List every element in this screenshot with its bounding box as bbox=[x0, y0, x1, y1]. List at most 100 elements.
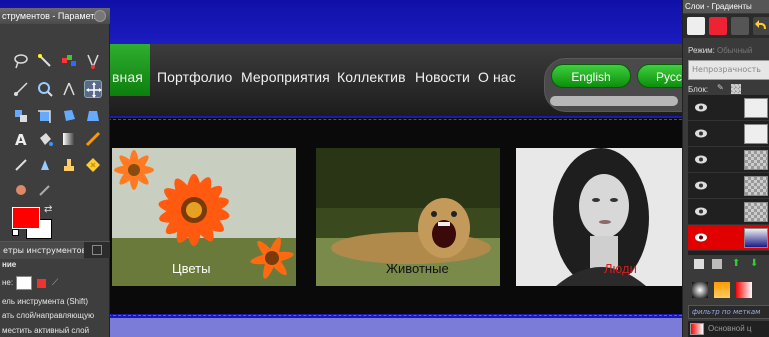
smudge-tool-icon[interactable] bbox=[12, 181, 30, 199]
eye-icon[interactable] bbox=[695, 155, 707, 164]
canvas-header-area bbox=[0, 0, 769, 44]
layer-thumbnail bbox=[744, 124, 768, 144]
guide-line bbox=[108, 315, 682, 316]
lang-english-button[interactable]: English bbox=[551, 64, 631, 88]
layer-thumbnail bbox=[744, 228, 768, 248]
layer-thumbnail bbox=[744, 176, 768, 196]
move-selection-mode-icon[interactable] bbox=[37, 279, 46, 288]
select-by-color-tool-icon[interactable] bbox=[60, 52, 78, 70]
layer-thumbnail bbox=[744, 150, 768, 170]
undo-tab-icon[interactable] bbox=[753, 17, 769, 35]
bucket-fill-tool-icon[interactable] bbox=[36, 130, 54, 148]
lower-layer-icon[interactable]: ⬇ bbox=[750, 259, 760, 269]
eye-icon[interactable] bbox=[695, 129, 707, 138]
gradient-swatch bbox=[690, 323, 704, 335]
layer-row[interactable] bbox=[688, 173, 769, 199]
rotate-tool-icon[interactable] bbox=[60, 107, 78, 125]
gallery-item-animals[interactable]: Животные bbox=[316, 148, 500, 286]
tab-tool-options[interactable]: етры инструментов bbox=[0, 242, 84, 259]
nav-item-team[interactable]: Коллектив bbox=[337, 69, 406, 85]
scissors-tool-icon[interactable] bbox=[84, 52, 102, 70]
raise-layer-icon[interactable]: ⬆ bbox=[732, 259, 742, 269]
layers-panel: Слои - Градиенты Режим: Обычный Непрозра… bbox=[682, 0, 769, 337]
lasso-select-tool-icon[interactable] bbox=[12, 52, 30, 70]
new-layer-icon[interactable] bbox=[694, 259, 704, 269]
clone-tool-icon[interactable] bbox=[60, 156, 78, 174]
paths-tab-icon[interactable] bbox=[731, 17, 749, 35]
channels-tab-icon[interactable] bbox=[709, 17, 727, 35]
layers-list bbox=[688, 95, 769, 255]
pencil-tool-icon[interactable] bbox=[84, 130, 102, 148]
nav-item-about[interactable]: О нас bbox=[478, 69, 516, 85]
layer-row-selected[interactable] bbox=[688, 225, 769, 251]
layers-dock-tabs bbox=[683, 14, 769, 38]
airbrush-tool-icon[interactable] bbox=[12, 156, 30, 174]
tab-menu-icon[interactable] bbox=[92, 245, 102, 255]
layer-thumbnail bbox=[744, 202, 768, 222]
nav-item-portfolio[interactable]: Портфолио bbox=[157, 69, 232, 85]
move-path-mode-icon[interactable]: ⟋ bbox=[52, 278, 62, 288]
move-active-layer-option[interactable]: местить активный слой bbox=[2, 326, 89, 335]
zoom-tool-icon[interactable] bbox=[36, 80, 54, 98]
tag-filter-field[interactable]: фильтр по меткам bbox=[688, 305, 769, 319]
foreground-color-swatch[interactable] bbox=[12, 207, 40, 229]
gallery-caption-animals: Животные bbox=[386, 261, 449, 276]
lock-pixels-icon[interactable]: ✎ bbox=[717, 83, 724, 92]
ink-tool-icon[interactable] bbox=[36, 156, 54, 174]
layers-tab-icon[interactable] bbox=[687, 17, 705, 35]
eye-icon[interactable] bbox=[695, 233, 707, 242]
image-canvas[interactable]: вная Портфолио Мероприятия Коллектив Нов… bbox=[0, 0, 769, 337]
gallery-caption-people: Люди bbox=[604, 261, 637, 276]
heal-tool-icon[interactable] bbox=[84, 156, 102, 174]
close-icon[interactable] bbox=[94, 10, 106, 22]
gradient-preset[interactable] bbox=[714, 282, 730, 298]
gradient-name: Основной ц bbox=[708, 324, 752, 333]
layers-panel-title: Слои - Градиенты bbox=[683, 0, 769, 13]
opacity-field[interactable]: Непрозрачность bbox=[688, 60, 769, 80]
gradient-preset[interactable] bbox=[692, 282, 708, 298]
paths-tool-icon[interactable] bbox=[12, 80, 30, 98]
reset-colors-icon[interactable] bbox=[12, 229, 19, 236]
align-tool-icon[interactable] bbox=[12, 107, 30, 125]
blend-tool-icon[interactable] bbox=[60, 130, 78, 148]
mode-label: не: bbox=[2, 278, 14, 287]
portrait-image bbox=[516, 148, 682, 286]
text-tool-icon[interactable]: A bbox=[12, 130, 30, 148]
mode-label: Режим: bbox=[688, 46, 715, 55]
fuzzy-select-tool-icon[interactable] bbox=[36, 52, 54, 70]
gradient-preset[interactable] bbox=[736, 282, 752, 298]
measure-tool-icon[interactable] bbox=[60, 80, 78, 98]
new-group-icon[interactable] bbox=[712, 259, 722, 269]
scale-tool-icon[interactable] bbox=[84, 107, 102, 125]
tool-options-section: ние bbox=[2, 260, 17, 269]
move-tool-icon[interactable] bbox=[84, 80, 102, 98]
tool-toggle-label[interactable]: ель инструмента (Shift) bbox=[2, 297, 88, 306]
canvas-footer-area bbox=[108, 318, 682, 337]
gradient-list-item[interactable]: Основной ц bbox=[688, 321, 769, 337]
dodge-burn-tool-icon[interactable] bbox=[36, 181, 54, 199]
svg-text:A: A bbox=[15, 131, 27, 148]
guide-line bbox=[108, 119, 682, 120]
gallery-item-people[interactable]: Люди bbox=[516, 148, 682, 286]
tool-options-tabs: етры инструментов bbox=[0, 241, 110, 259]
nav-item-news[interactable]: Новости bbox=[415, 69, 470, 85]
layer-row[interactable] bbox=[688, 121, 769, 147]
gallery-item-flowers[interactable]: Цветы bbox=[112, 148, 296, 286]
lock-alpha-icon[interactable] bbox=[731, 84, 741, 94]
swap-colors-icon[interactable]: ⇄ bbox=[44, 204, 52, 215]
mode-dropdown[interactable]: Обычный bbox=[717, 46, 752, 55]
gallery-caption-flowers: Цветы bbox=[172, 261, 211, 276]
eye-icon[interactable] bbox=[695, 207, 707, 216]
gradient-presets bbox=[688, 280, 769, 302]
eye-icon[interactable] bbox=[695, 103, 707, 112]
nav-item-home[interactable]: вная bbox=[112, 69, 143, 85]
layer-row[interactable] bbox=[688, 95, 769, 121]
layer-row[interactable] bbox=[688, 199, 769, 225]
nav-item-events[interactable]: Мероприятия bbox=[241, 69, 330, 85]
language-bar bbox=[550, 96, 678, 106]
crop-tool-icon[interactable] bbox=[36, 107, 54, 125]
layer-row[interactable] bbox=[688, 147, 769, 173]
pick-layer-option[interactable]: ать слой/направляющую bbox=[2, 311, 94, 320]
eye-icon[interactable] bbox=[695, 181, 707, 190]
move-layer-mode-icon[interactable] bbox=[16, 276, 32, 290]
